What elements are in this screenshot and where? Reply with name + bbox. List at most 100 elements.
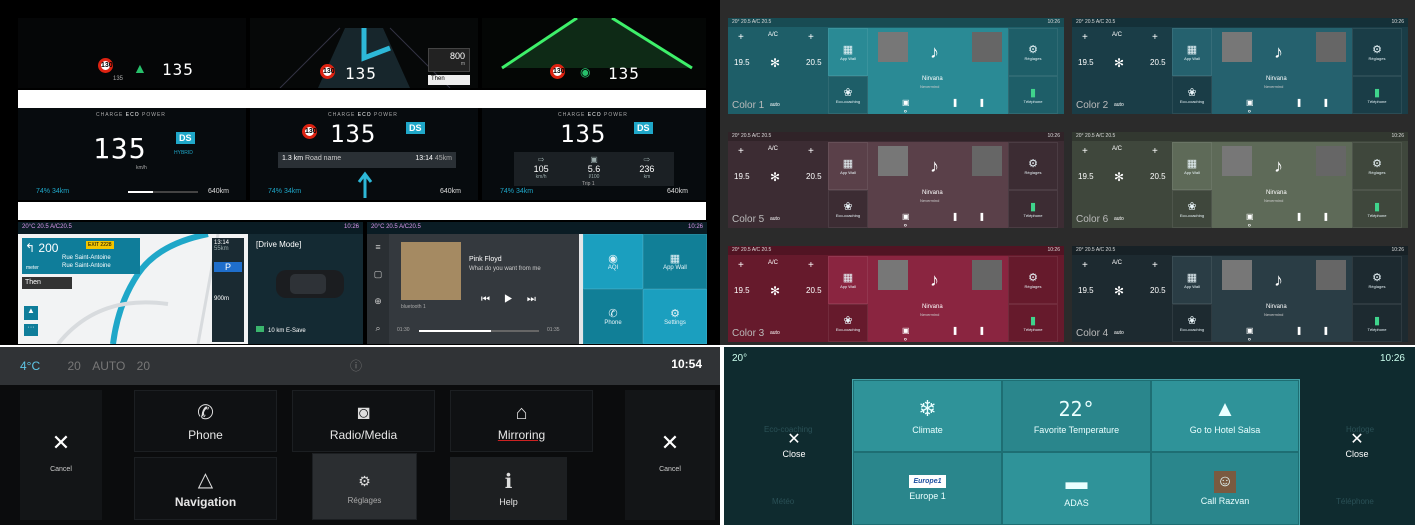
- playback-controls[interactable]: ▣ ❚❚ ⚬: [902, 212, 1008, 228]
- previous-button[interactable]: ⏮: [481, 294, 504, 305]
- close-right-button[interactable]: ✕ Close: [1332, 429, 1382, 459]
- tile-settings[interactable]: ⚙ Réglages: [1008, 256, 1058, 304]
- tile-eco-coaching[interactable]: ❀ Eco-coaching: [1172, 190, 1212, 228]
- media-tile[interactable]: ♪ Nirvana Nevermind ▣ ❚❚ ⚬: [1212, 28, 1352, 114]
- tile-phone[interactable]: ▮ Téléphone: [1008, 190, 1058, 228]
- settings-button[interactable]: ⚙ Réglages: [312, 453, 417, 520]
- esave-toggle[interactable]: 10 km E-Save: [256, 326, 306, 334]
- playback-controls[interactable]: ▣ ❚❚ ⚬: [1246, 326, 1352, 342]
- tile-app-wall[interactable]: ▦ App Wall: [643, 234, 707, 289]
- search-icon[interactable]: ⌕: [367, 315, 389, 342]
- status-bar: 20°C 20.5 A/C20.5 10:26: [367, 222, 707, 234]
- navigation-arrow-icon: ▲: [1214, 396, 1236, 421]
- media-tile[interactable]: ♪ Nirvana Nevermind ▣ ❚❚ ⚬: [868, 256, 1008, 342]
- tile-settings[interactable]: ⚙ Réglages: [1352, 256, 1402, 304]
- clim-plus-right[interactable]: +: [1152, 32, 1158, 43]
- fan-icon[interactable]: ✻: [770, 56, 780, 70]
- clim-plus-left[interactable]: +: [738, 146, 744, 157]
- tile-eco-coaching[interactable]: ❀ Eco-coaching: [1172, 304, 1212, 342]
- tile-phone[interactable]: ▮ Téléphone: [1008, 304, 1058, 342]
- tile-eco-coaching[interactable]: ❀ Eco-coaching: [828, 304, 868, 342]
- playback-controls[interactable]: ▣ ❚❚ ⚬: [902, 98, 1008, 114]
- clim-plus-right[interactable]: +: [808, 32, 814, 43]
- fan-icon[interactable]: ✻: [770, 284, 780, 298]
- music-note-icon: ♪: [930, 270, 939, 290]
- ac-label: A/C: [1112, 146, 1123, 152]
- favorite-temperature-button[interactable]: 22° Favorite Temperature: [1002, 380, 1151, 452]
- speed-value: 135: [608, 64, 640, 83]
- tile-app-wall[interactable]: ▦ App Wall: [1172, 256, 1212, 304]
- navigation-button[interactable]: △ Navigation: [134, 457, 277, 520]
- tile-app-wall[interactable]: ▦ App Wall: [1172, 28, 1212, 76]
- tile-eco-coaching[interactable]: ❀ Eco-coaching: [828, 190, 868, 228]
- fan-icon[interactable]: ✻: [1114, 56, 1124, 70]
- theme-panel: 20° 20.5 A/C 20.5 10:26 + A/C + 19.5 ✻ 2…: [1072, 246, 1408, 342]
- cancel-left-button[interactable]: ✕ Cancel: [20, 390, 102, 520]
- tile-app-wall[interactable]: ▦ App Wall: [828, 142, 868, 190]
- go-to-hotel-button[interactable]: ▲ Go to Hotel Salsa: [1151, 380, 1299, 452]
- tile-phone[interactable]: ▮ Téléphone: [1008, 76, 1058, 114]
- album-art-2: [972, 146, 1002, 176]
- playback-controls[interactable]: ▣ ❚❚ ⚬: [1246, 98, 1352, 114]
- tile-phone[interactable]: ▮ Téléphone: [1352, 304, 1402, 342]
- phone-button[interactable]: ✆ Phone: [134, 390, 277, 452]
- tile-settings[interactable]: ⚙ Réglages: [1352, 28, 1402, 76]
- clim-plus-right[interactable]: +: [1152, 260, 1158, 271]
- cluster-panel-4: CHARGE ECO POWER 135 km/h DS HYBRID 74% …: [18, 108, 246, 200]
- radio-media-button[interactable]: ◙ Radio/Media: [292, 390, 435, 452]
- theme-status-bar: 20° 20.5 A/C 20.5 10:26: [728, 132, 1064, 141]
- playback-controls[interactable]: ▣ ❚❚ ⚬: [902, 326, 1008, 342]
- more-button[interactable]: ···: [24, 324, 38, 336]
- tile-eco-coaching[interactable]: ❀ Eco-coaching: [828, 76, 868, 114]
- europe1-button[interactable]: Europe1 Europe 1: [853, 452, 1002, 525]
- menu-icon[interactable]: ≡: [367, 234, 389, 261]
- help-button[interactable]: ℹ Help: [450, 457, 567, 520]
- clim-plus-left[interactable]: +: [1082, 32, 1088, 43]
- tile-app-wall[interactable]: ▦ App Wall: [828, 28, 868, 76]
- tile-phone[interactable]: ▮ Téléphone: [1352, 190, 1402, 228]
- tile-settings[interactable]: ⚙ Settings: [643, 289, 707, 344]
- ac-label: A/C: [768, 32, 779, 38]
- media-tile[interactable]: ♪ Nirvana Nevermind ▣ ❚❚ ⚬: [868, 28, 1008, 114]
- adas-button[interactable]: ▬ ADAS: [1002, 452, 1151, 525]
- clim-plus-right[interactable]: +: [1152, 146, 1158, 157]
- mirroring-button[interactable]: ⌂ Mirroring: [450, 390, 593, 452]
- locate-button[interactable]: ▲: [24, 306, 38, 320]
- clim-plus-left[interactable]: +: [738, 32, 744, 43]
- clim-plus-right[interactable]: +: [808, 260, 814, 271]
- clim-plus-right[interactable]: +: [808, 146, 814, 157]
- progress-bar[interactable]: [419, 330, 539, 332]
- close-left-button[interactable]: ✕ Close: [769, 429, 819, 459]
- temp-left: 19.5: [1078, 172, 1094, 181]
- fan-icon[interactable]: ✻: [1114, 284, 1124, 298]
- fan-icon[interactable]: ✻: [770, 170, 780, 184]
- info-icon[interactable]: ⓘ: [350, 357, 362, 374]
- call-razvan-button[interactable]: ☺ Call Razvan: [1151, 452, 1299, 525]
- playback-controls[interactable]: ▣ ❚❚ ⚬: [1246, 212, 1352, 228]
- cancel-right-button[interactable]: ✕ Cancel: [625, 390, 715, 520]
- clim-plus-left[interactable]: +: [738, 260, 744, 271]
- play-button[interactable]: ▶: [504, 294, 527, 305]
- next-button[interactable]: ⏭: [527, 294, 550, 305]
- tile-app-wall[interactable]: ▦ App Wall: [828, 256, 868, 304]
- tile-phone[interactable]: ▮ Téléphone: [1352, 76, 1402, 114]
- tile-settings[interactable]: ⚙ Réglages: [1008, 142, 1058, 190]
- climate-button[interactable]: ❄ Climate: [853, 380, 1002, 452]
- tile-settings[interactable]: ⚙ Réglages: [1352, 142, 1402, 190]
- then-label: Then: [22, 277, 72, 289]
- tile-phone[interactable]: ✆ Phone: [583, 289, 643, 344]
- source-icon[interactable]: ▢: [367, 261, 389, 288]
- tile-settings[interactable]: ⚙ Réglages: [1008, 28, 1058, 76]
- tile-app-wall[interactable]: ▦ App Wall: [1172, 142, 1212, 190]
- add-icon[interactable]: ⊕: [367, 288, 389, 315]
- tile-aqi[interactable]: ◉ AQI: [583, 234, 643, 289]
- media-tile[interactable]: ♪ Nirvana Nevermind ▣ ❚❚ ⚬: [868, 142, 1008, 228]
- fuel-range: 640km: [667, 188, 689, 195]
- tile-eco-coaching[interactable]: ❀ Eco-coaching: [1172, 76, 1212, 114]
- close-icon: ✕: [51, 430, 71, 455]
- clim-plus-left[interactable]: +: [1082, 260, 1088, 271]
- media-tile[interactable]: ♪ Nirvana Nevermind ▣ ❚❚ ⚬: [1212, 256, 1352, 342]
- clim-plus-left[interactable]: +: [1082, 146, 1088, 157]
- fan-icon[interactable]: ✻: [1114, 170, 1124, 184]
- media-tile[interactable]: ♪ Nirvana Nevermind ▣ ❚❚ ⚬: [1212, 142, 1352, 228]
